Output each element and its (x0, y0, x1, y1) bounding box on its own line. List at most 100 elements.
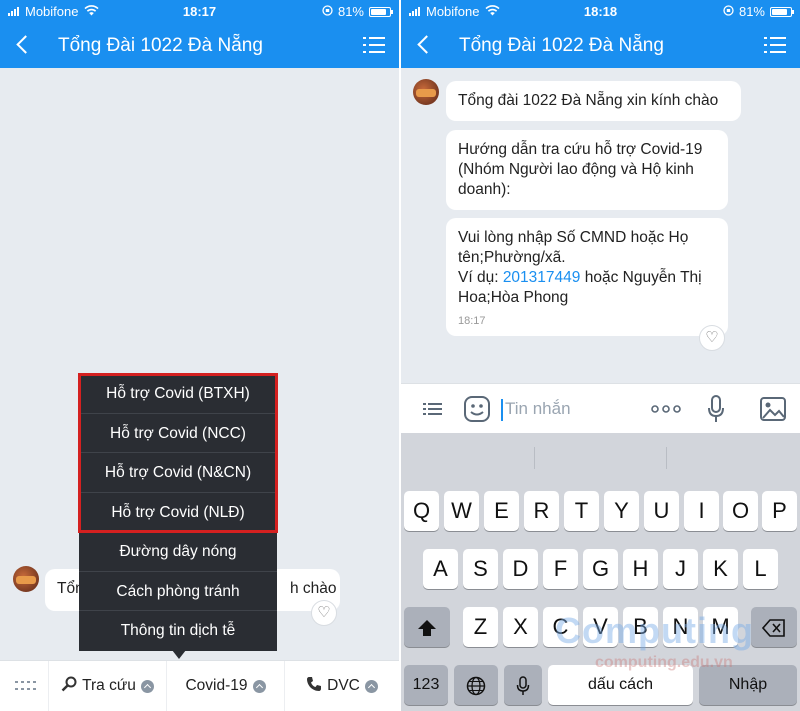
message-line: Ví dụ: 201317449 hoặc Nguyễn Thị (458, 268, 716, 288)
menu-item-btxh[interactable]: Hỗ trợ Covid (BTXH) (79, 374, 277, 414)
message-timestamp: 18:17 (458, 315, 486, 327)
back-icon[interactable] (415, 32, 433, 58)
globe-key[interactable] (454, 665, 498, 705)
backspace-key[interactable] (751, 607, 797, 647)
globe-icon (466, 672, 486, 697)
shift-key[interactable] (404, 607, 450, 647)
right-screen: Mobifone 18:18 81% Tổng Đài 1022 Đà Nẵng (401, 0, 800, 711)
status-right: 81% (723, 4, 794, 19)
menu-item-nld[interactable]: Hỗ trợ Covid (NLĐ) (79, 493, 277, 533)
chevron-up-icon (140, 679, 154, 693)
page-title: Tổng Đài 1022 Đà Nẵng (459, 35, 664, 56)
watermark-text: Computing (555, 610, 754, 651)
key-p[interactable]: P (762, 491, 797, 531)
message-line: tên;Phường/xã. (458, 249, 566, 266)
example-prefix: Ví dụ: (458, 269, 503, 286)
more-icon[interactable] (651, 394, 681, 424)
back-icon[interactable] (14, 32, 32, 58)
key-e[interactable]: E (484, 491, 519, 531)
message-bubble: Tổng đài 1022 Đà Nẵng xin kính chào (446, 81, 741, 121)
key-s[interactable]: S (463, 549, 498, 589)
key-i[interactable]: I (684, 491, 719, 531)
battery-percent: 81% (337, 4, 364, 19)
battery-fill (772, 8, 787, 15)
key-h[interactable]: H (623, 549, 658, 589)
menu-list-icon[interactable] (423, 394, 443, 424)
key-l[interactable]: L (743, 549, 778, 589)
key-a[interactable]: A (423, 549, 458, 589)
status-bar: Mobifone 18:17 81% (0, 0, 399, 22)
key-j[interactable]: J (663, 549, 698, 589)
keyboard-toggle-icon[interactable] (0, 661, 48, 711)
bottom-menu-bar: Tra cứu Covid-19 DVC (0, 660, 399, 711)
watermark-url: computing.edu.vn (595, 654, 733, 671)
message-line: Hoa;Hòa Phong (458, 289, 569, 306)
microphone-icon[interactable] (707, 394, 725, 424)
key-d[interactable]: D (503, 549, 538, 589)
key-y[interactable]: Y (604, 491, 639, 531)
shift-icon (417, 614, 437, 639)
image-icon[interactable] (759, 394, 787, 424)
message-line: (Nhóm Người lao động và Hộ kinh (458, 161, 694, 178)
heart-icon[interactable]: ♡ (699, 325, 725, 351)
watermark: Computing computing.edu.vn (555, 610, 754, 671)
menu-item-epidemic-info[interactable]: Thông tin dịch tễ (79, 611, 277, 651)
message-line: Vui lòng nhập Số CMND hoặc Họ (458, 229, 689, 246)
status-right: 81% (322, 4, 393, 19)
menu-list-icon[interactable] (764, 37, 786, 53)
title-row: Tổng Đài 1022 Đà Nẵng (401, 28, 800, 64)
key-o[interactable]: O (723, 491, 758, 531)
cmnd-link[interactable]: 201317449 (503, 269, 581, 286)
dictation-key[interactable] (504, 665, 542, 705)
avatar[interactable] (413, 79, 439, 105)
message-line: doanh): (458, 181, 511, 198)
microphone-icon (516, 672, 530, 697)
menu-item-ncn[interactable]: Hỗ trợ Covid (N&CN) (79, 453, 277, 493)
greeting-end: h chào (290, 580, 337, 597)
chat-header: Mobifone 18:17 81% Tổng Đài 1022 Đà Nẵng (0, 0, 399, 68)
battery-icon (770, 6, 794, 17)
chevron-up-icon (252, 679, 266, 693)
menu-item-prevention[interactable]: Cách phòng tránh (79, 572, 277, 611)
key-q[interactable]: Q (404, 491, 439, 531)
left-screen: Mobifone 18:17 81% Tổng Đài 1022 Đà Nẵng (0, 0, 399, 711)
dvc-label: DVC (327, 677, 360, 694)
example-suffix: hoặc Nguyễn Thị (580, 269, 702, 286)
battery-fill (371, 8, 386, 15)
key-f[interactable]: F (543, 549, 578, 589)
heart-icon[interactable]: ♡ (311, 600, 337, 626)
status-bar: Mobifone 18:18 81% (401, 0, 800, 22)
key-u[interactable]: U (644, 491, 679, 531)
key-k[interactable]: K (703, 549, 738, 589)
tra-cuu-button[interactable]: Tra cứu (48, 660, 166, 711)
search-icon (61, 676, 77, 697)
message-line: Hướng dẫn tra cứu hỗ trợ Covid-19 (458, 141, 703, 158)
popup-menu: Hỗ trợ Covid (BTXH) Hỗ trợ Covid (NCC) H… (78, 373, 278, 651)
menu-item-ncc[interactable]: Hỗ trợ Covid (NCC) (79, 414, 277, 453)
battery-percent: 81% (738, 4, 765, 19)
key-g[interactable]: G (583, 549, 618, 589)
key-t[interactable]: T (564, 491, 599, 531)
avatar[interactable] (13, 566, 39, 592)
orientation-lock-icon (322, 4, 333, 19)
backspace-icon (761, 614, 786, 639)
key-z[interactable]: Z (463, 607, 498, 647)
popup-arrow (172, 650, 186, 659)
highlighted-group: Hỗ trợ Covid (BTXH) Hỗ trợ Covid (NCC) H… (78, 373, 278, 533)
covid-label: Covid-19 (185, 677, 248, 694)
menu-list-icon[interactable] (363, 37, 385, 53)
message-text: Tổng đài 1022 Đà Nẵng xin kính chào (458, 92, 719, 109)
dvc-button[interactable]: DVC (284, 660, 399, 711)
numbers-key[interactable]: 123 (404, 665, 448, 705)
page-title: Tổng Đài 1022 Đà Nẵng (58, 35, 263, 56)
menu-item-hotline[interactable]: Đường dây nóng (79, 532, 277, 572)
tra-cuu-label: Tra cứu (82, 677, 136, 694)
sticker-icon[interactable] (463, 394, 491, 424)
message-input[interactable]: Tin nhắn (501, 399, 571, 421)
key-w[interactable]: W (444, 491, 479, 531)
key-r[interactable]: R (524, 491, 559, 531)
message-bubble: Vui lòng nhập Số CMND hoặc Họ tên;Phường… (446, 218, 728, 336)
key-x[interactable]: X (503, 607, 538, 647)
covid-button[interactable]: Covid-19 (166, 660, 284, 711)
battery-icon (369, 6, 393, 17)
